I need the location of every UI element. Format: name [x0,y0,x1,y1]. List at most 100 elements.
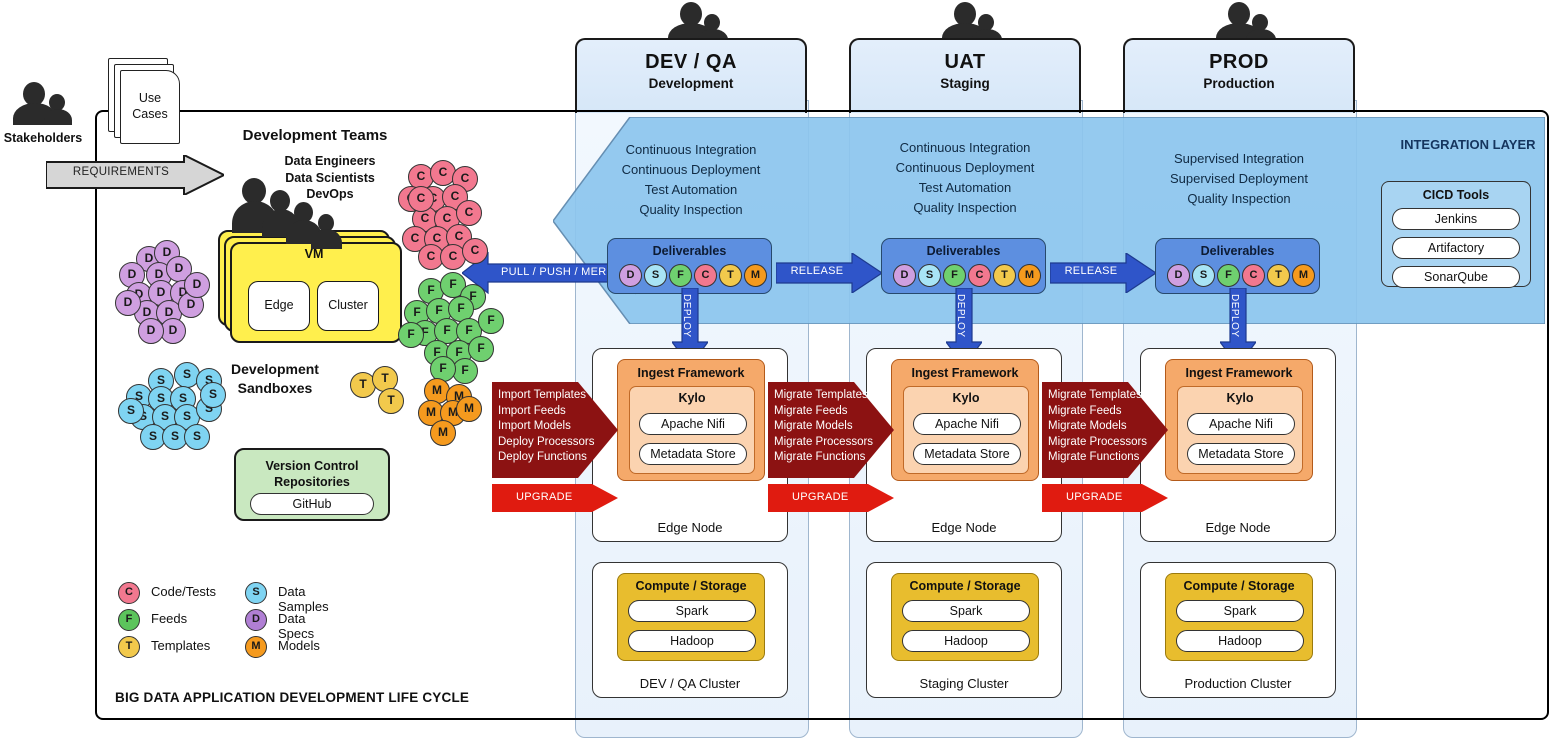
migrate-action: Migrate Models [1048,420,1127,432]
compute-item-hadoop[interactable]: Hadoop [1176,630,1304,652]
artifact-dot-S: S [118,398,144,424]
legend-dot-T: T [118,636,140,658]
ingest-title: Ingest Framework [1185,366,1293,380]
edge-node-caption: Edge Node [1205,520,1271,535]
artifact-S: S [1192,264,1215,287]
deliverables-prod: Deliverables D S F C T M [1155,238,1320,294]
practice-text: Continuous Deployment [621,162,761,177]
practice-text: Continuous Integration [899,140,1031,155]
compute-item-hadoop[interactable]: Hadoop [628,630,756,652]
artifact-dot-F: F [398,322,424,348]
env-subtitle-uat: Staging [940,76,990,91]
vcs-tool-github[interactable]: GitHub [250,493,374,515]
ingest-framework-uat: Ingest Framework Kylo Apache Nifi Metada… [891,359,1039,481]
ingest-framework-prod: Ingest Framework Kylo Apache Nifi Metada… [1165,359,1313,481]
cicd-tool-jenkins[interactable]: Jenkins [1392,208,1520,230]
kylo-item-metadata-store[interactable]: Metadata Store [913,443,1021,465]
cicd-tool-artifactory[interactable]: Artifactory [1392,237,1520,259]
edge-node-card-dev: Ingest Framework Kylo Apache Nifi Metada… [592,348,788,542]
artifact-dot-M: M [456,396,482,422]
artifact-dot-F: F [478,308,504,334]
role-data-engineers: Data Engineers [284,154,376,168]
sandboxes-line-1: Development [231,361,319,377]
practice-text: Quality Inspection [639,202,743,217]
compute-item-spark[interactable]: Spark [902,600,1030,622]
compute-item-hadoop[interactable]: Hadoop [902,630,1030,652]
deliverables-label: Deliverables [652,244,727,258]
artifact-T: T [1267,264,1290,287]
deliverables-label: Deliverables [1200,244,1275,258]
artifact-dot-C: C [408,186,434,212]
legend-dot-S: S [245,582,267,604]
compute-item-spark[interactable]: Spark [1176,600,1304,622]
env-title-uat: UAT [944,51,986,73]
artifact-dot-D: D [184,272,210,298]
artifact-dot-D: D [138,318,164,344]
practices-dev: Continuous Integration Continuous Deploy… [575,140,807,220]
artifact-S: S [644,264,667,287]
artifact-F: F [1217,264,1240,287]
env-subtitle-dev: Development [648,76,734,91]
kylo-title: Kylo [678,391,706,405]
artifact-F: F [669,264,692,287]
cluster-card-uat: Compute / Storage Spark Hadoop Staging C… [866,562,1062,698]
kylo-box: Kylo Apache Nifi Metadata Store [903,386,1029,474]
upgrade-label-uat: UPGRADE [792,491,849,503]
upgrade-label-prod: UPGRADE [1066,491,1123,503]
practice-text: Continuous Integration [625,142,757,157]
practice-text: Test Automation [644,182,738,197]
legend-dot-D: D [245,609,267,631]
role-data-scientists: Data Scientists [285,170,375,185]
version-control-title: Version Control Repositories [236,458,388,490]
edge-node-caption: Edge Node [931,520,997,535]
cluster-card-prod: Compute / Storage Spark Hadoop Productio… [1140,562,1336,698]
compute-title: Compute / Storage [635,579,747,593]
vm-cluster-label: Cluster [328,298,368,312]
migrate-action: Migrate Templates [1048,389,1142,401]
artifact-D: D [1167,264,1190,287]
migrate-action: Migrate Feeds [1048,404,1122,417]
migrate-actions-uat: Migrate Templates Migrate Feeds Migrate … [774,388,890,466]
artifact-dot-C: C [462,238,488,264]
env-header-dev: DEV / QA Development [575,38,807,113]
migrate-action: Migrate Functions [774,451,866,463]
cluster-card-dev: Compute / Storage Spark Hadoop DEV / QA … [592,562,788,698]
deliverables-uat: Deliverables D S F C T M [881,238,1046,294]
artifact-dot-S: S [200,382,226,408]
artifact-dot-C: C [456,200,482,226]
artifact-C: C [968,264,991,287]
kylo-item-metadata-store[interactable]: Metadata Store [639,443,747,465]
kylo-item-apache-nifi[interactable]: Apache Nifi [639,413,747,435]
compute-storage-prod: Compute / Storage Spark Hadoop [1165,573,1313,661]
migrate-actions-prod: Migrate Templates Migrate Feeds Migrate … [1048,388,1164,466]
cicd-tool-sonarqube[interactable]: SonarQube [1392,266,1520,288]
env-title-dev: DEV / QA [645,51,737,73]
legend-label-models: Models [278,638,320,653]
stakeholders-label: Stakeholders [3,131,83,145]
legend-label-templates: Templates [151,638,211,653]
release-label-2: RELEASE [1064,265,1118,277]
lifecycle-title: BIG DATA APPLICATION DEVELOPMENT LIFE CY… [115,690,470,705]
legend-dot-C: C [118,582,140,604]
import-action: Import Models [498,420,571,432]
practice-text: Supervised Integration [1173,151,1305,166]
kylo-item-apache-nifi[interactable]: Apache Nifi [1187,413,1295,435]
use-cases-line-1: Use [138,91,162,105]
vm-edge-label: Edge [264,298,294,312]
kylo-item-metadata-store[interactable]: Metadata Store [1187,443,1295,465]
artifact-M: M [1292,264,1315,287]
legend-dot-M: M [245,636,267,658]
compute-title: Compute / Storage [1183,579,1295,593]
deploy-label-uat: DEPLOY [955,294,966,338]
artifact-C: C [1242,264,1265,287]
kylo-item-apache-nifi[interactable]: Apache Nifi [913,413,1021,435]
compute-item-spark[interactable]: Spark [628,600,756,622]
artifact-dot-T: T [378,388,404,414]
kylo-title: Kylo [952,391,980,405]
practices-uat: Continuous Integration Continuous Deploy… [849,138,1081,218]
kylo-box: Kylo Apache Nifi Metadata Store [1177,386,1303,474]
practice-text: Test Automation [918,180,1012,195]
requirements-label: REQUIREMENTS [72,166,170,178]
development-sandboxes-label: Development Sandboxes [210,360,340,398]
env-subtitle-prod: Production [1203,76,1275,91]
